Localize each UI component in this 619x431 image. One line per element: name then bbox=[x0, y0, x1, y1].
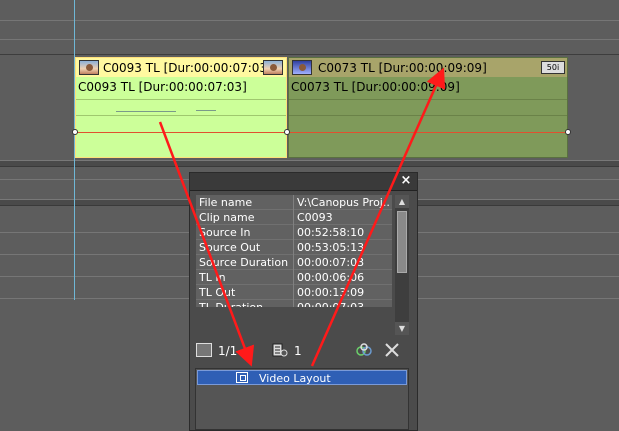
clip-header: C0073 TL [Dur:00:00:09:09] 50i bbox=[289, 58, 567, 77]
property-key: TL Duration bbox=[199, 301, 293, 307]
scroll-down-icon[interactable]: ▼ bbox=[395, 322, 409, 335]
track-line bbox=[76, 115, 286, 116]
scroll-up-icon[interactable]: ▲ bbox=[395, 195, 409, 208]
column-divider bbox=[293, 255, 294, 270]
audio-level-line bbox=[289, 132, 567, 133]
keyframe-point[interactable] bbox=[565, 129, 571, 135]
property-row[interactable]: Clip name C0093 bbox=[196, 210, 392, 225]
clip-title: C0073 TL [Dur:00:00:09:09] bbox=[318, 61, 487, 75]
properties-scrollbar[interactable]: ▲ ▼ bbox=[395, 195, 409, 335]
close-icon[interactable]: × bbox=[399, 174, 413, 188]
format-badge: 50i bbox=[541, 61, 565, 74]
effect-list-icon[interactable] bbox=[272, 343, 288, 357]
property-row[interactable]: Source In 00:52:58:10 bbox=[196, 225, 392, 240]
track-line bbox=[0, 54, 619, 55]
clip-header: C0093 TL [Dur:00:00:07:03] bbox=[76, 58, 286, 77]
property-value: V:\Canopus Proj... bbox=[297, 196, 390, 209]
property-key: File name bbox=[199, 196, 253, 209]
clip-thumbnail-end bbox=[263, 60, 283, 75]
property-key: Source In bbox=[199, 226, 251, 239]
property-value: 00:00:13:09 bbox=[297, 286, 365, 299]
panel-title-bar[interactable]: × bbox=[190, 173, 417, 191]
effect-item-video-layout[interactable]: Video Layout bbox=[197, 370, 407, 385]
track-line bbox=[76, 99, 286, 100]
keyframe-point[interactable] bbox=[284, 129, 290, 135]
property-key: TL In bbox=[199, 271, 226, 284]
column-divider bbox=[293, 210, 294, 225]
keyframe-point[interactable] bbox=[72, 129, 78, 135]
property-value: 00:00:06:06 bbox=[297, 271, 365, 284]
property-row[interactable]: Source Out 00:53:05:13 bbox=[196, 240, 392, 255]
audio-clip-title: C0073 TL [Dur:00:00:09:09] bbox=[291, 80, 460, 94]
property-key: Clip name bbox=[199, 211, 255, 224]
column-divider bbox=[293, 240, 294, 255]
effect-settings-icon[interactable] bbox=[356, 343, 372, 357]
clip-title: C0093 TL [Dur:00:00:07:03] bbox=[103, 61, 272, 75]
page-count: 1/1 bbox=[218, 344, 238, 358]
clip-info-panel: × File name V:\Canopus Proj... Clip name C0… bbox=[189, 172, 418, 431]
clip-thumbnail bbox=[79, 60, 99, 75]
panel-toolbar: 1/1 1 bbox=[190, 339, 417, 361]
property-value: 00:00:07:03 bbox=[297, 256, 365, 269]
property-row[interactable]: TL Out 00:00:13:09 bbox=[196, 285, 392, 300]
clip-c0093[interactable]: C0093 TL [Dur:00:00:07:03] C0093 TL [Dur… bbox=[75, 57, 287, 158]
property-row[interactable]: TL In 00:00:06:06 bbox=[196, 270, 392, 285]
property-row[interactable]: File name V:\Canopus Proj... bbox=[196, 195, 392, 210]
column-divider bbox=[293, 300, 294, 307]
track-line bbox=[0, 39, 619, 40]
scroll-thumb[interactable] bbox=[397, 211, 407, 273]
property-value: 00:52:58:10 bbox=[297, 226, 365, 239]
property-row[interactable]: Source Duration 00:00:07:03 bbox=[196, 255, 392, 270]
column-divider bbox=[293, 270, 294, 285]
property-key: Source Duration bbox=[199, 256, 289, 269]
clip-thumbnail bbox=[292, 60, 312, 75]
clip-page-icon[interactable] bbox=[196, 343, 212, 357]
effect-count: 1 bbox=[294, 344, 302, 358]
track-line bbox=[289, 99, 567, 100]
video-layout-icon bbox=[236, 372, 248, 383]
property-row[interactable]: TL Duration 00:00:07:03 bbox=[196, 300, 392, 307]
effect-item-label: Video Layout bbox=[259, 372, 331, 385]
property-value: C0093 bbox=[297, 211, 333, 224]
audio-level-line bbox=[76, 132, 286, 133]
column-divider bbox=[293, 285, 294, 300]
property-key: TL Out bbox=[199, 286, 236, 299]
effect-list: Video Layout bbox=[195, 368, 409, 430]
property-value: 00:00:07:03 bbox=[297, 301, 390, 307]
clip-c0073[interactable]: C0073 TL [Dur:00:00:09:09] 50i C0073 TL … bbox=[288, 57, 568, 158]
audio-waveform bbox=[196, 110, 216, 111]
track-separator bbox=[0, 160, 619, 167]
track-line bbox=[289, 115, 567, 116]
property-value: 00:53:05:13 bbox=[297, 241, 365, 254]
track-line bbox=[0, 20, 619, 21]
properties-table: File name V:\Canopus Proj... Clip name C009… bbox=[196, 195, 392, 307]
column-divider bbox=[293, 195, 294, 210]
delete-icon[interactable] bbox=[384, 343, 400, 357]
property-key: Source Out bbox=[199, 241, 261, 254]
column-divider bbox=[293, 225, 294, 240]
audio-waveform bbox=[116, 111, 176, 112]
audio-clip-title: C0093 TL [Dur:00:00:07:03] bbox=[78, 80, 247, 94]
